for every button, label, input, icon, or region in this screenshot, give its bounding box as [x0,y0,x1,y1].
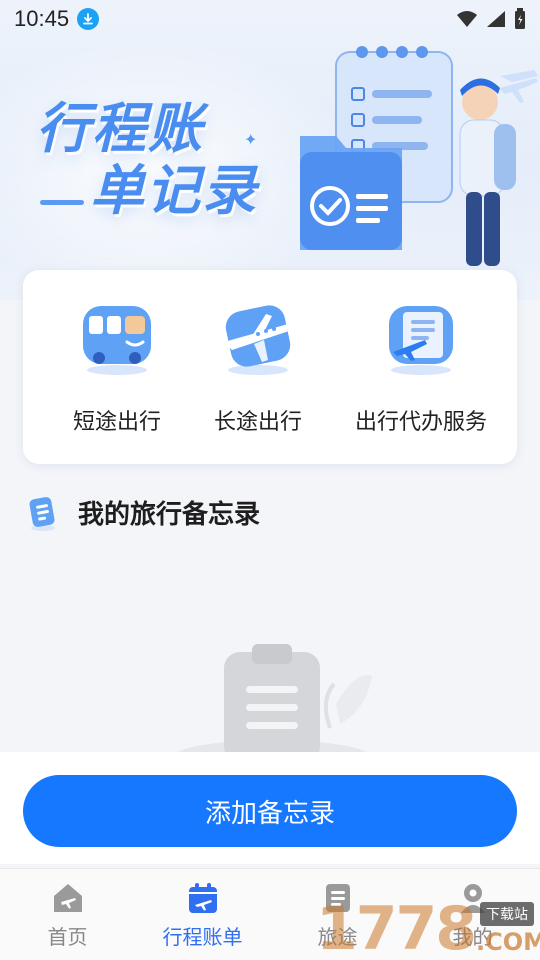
tab-itinerary-bill[interactable]: 行程账单 [135,869,270,960]
calendar-plane-icon [188,883,217,913]
hero-decor-dash [40,200,84,205]
empty-state [160,640,380,752]
airplane-icon [218,298,298,378]
service-label: 短途出行 [73,410,162,435]
tab-home[interactable]: 首页 [0,869,135,960]
clipboard-icon [177,644,372,752]
download-icon [77,8,100,30]
tab-label: 行程账单 [162,925,243,949]
signal-icon [487,11,505,27]
bus-icon [77,298,157,378]
section-header: 我的旅行备忘录 [28,494,260,531]
hero-banner: 10:45 行程账 单记录 ✦ [0,0,540,300]
tab-label: 首页 [47,925,88,949]
hero-title-line1: 行程账 [36,97,204,160]
document-plane-icon [381,298,461,378]
wifi-icon [457,11,477,27]
watermark-tag: 下载站 [480,902,534,926]
battery-icon [515,8,525,29]
status-bar: 10:45 [0,0,540,38]
status-time: 10:45 [14,6,70,31]
status-icons [456,8,526,30]
service-long-trip[interactable]: 长途出行 [214,298,302,464]
service-agency[interactable]: 出行代办服务 [355,298,487,464]
memo-icon [29,496,55,531]
add-button-container: 添加备忘录 [0,752,540,864]
service-label: 出行代办服务 [354,410,487,435]
watermark-com: .COM [476,928,540,956]
add-memo-button[interactable]: 添加备忘录 [23,775,517,847]
watermark-number: 1778 [316,894,477,960]
service-short-trip[interactable]: 短途出行 [73,298,161,464]
sparkle-icon: ✦ [244,130,258,149]
service-card: 短途出行 长途出行 出行代办服务 [23,270,517,464]
hero-title-line2: 单记录 [90,159,258,222]
service-label: 长途出行 [213,410,302,435]
small-airplane-icon [500,78,538,103]
section-title: 我的旅行备忘录 [78,500,261,530]
home-icon [53,884,82,912]
